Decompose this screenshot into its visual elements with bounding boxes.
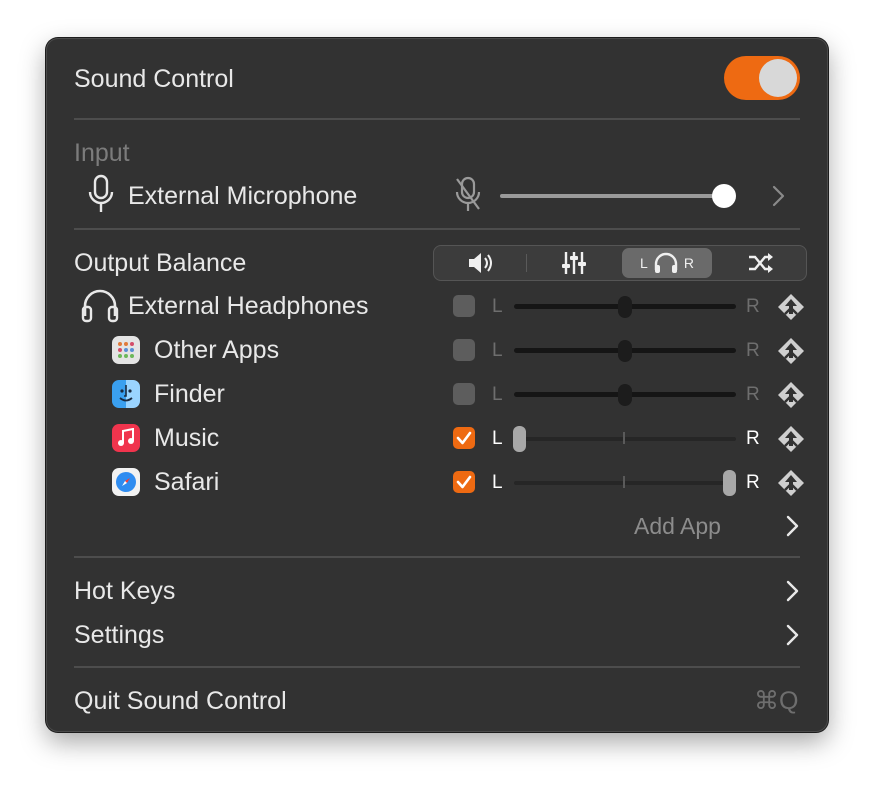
input-volume-track[interactable] [500, 194, 724, 198]
divider [74, 666, 800, 668]
app-left-label: L [492, 384, 503, 405]
divider [74, 118, 800, 120]
input-device-name[interactable]: External Microphone [128, 181, 357, 211]
headphone-balance-icon [654, 252, 678, 273]
shuffle-mode-tab[interactable] [714, 246, 807, 280]
safari-icon [112, 468, 140, 496]
music-icon [112, 424, 140, 452]
sound-control-toggle[interactable] [724, 56, 800, 100]
headphone-balance-mode-tab[interactable]: L R [622, 248, 712, 278]
center-tick [623, 476, 625, 488]
divider [74, 556, 800, 558]
app-name: Music [154, 424, 220, 452]
input-chevron-right-icon[interactable] [768, 184, 788, 208]
app-left-label: L [492, 472, 503, 493]
shuffle-icon [748, 253, 773, 273]
app-balance-track[interactable] [514, 481, 736, 485]
app-right-label: R [746, 428, 760, 449]
hot-keys-menu-item[interactable]: Hot Keys [74, 576, 175, 606]
output-device-name[interactable]: External Headphones [128, 291, 368, 321]
equalizer-mode-tab[interactable] [527, 246, 620, 280]
hot-keys-chevron-right-icon[interactable] [782, 579, 802, 603]
safari-checkbox[interactable] [453, 471, 475, 493]
panel-title: Sound Control [74, 65, 234, 93]
quit-shortcut: ⌘Q [754, 687, 799, 715]
safari-balance-slider[interactable] [723, 470, 736, 496]
checkmark-icon [456, 475, 472, 489]
device-balance-slider[interactable] [618, 296, 632, 318]
center-balance-icon[interactable] [776, 424, 806, 454]
finder-checkbox[interactable] [453, 383, 475, 405]
output-section-label: Output Balance [74, 249, 247, 277]
divider [74, 228, 800, 230]
app-left-label: L [492, 340, 503, 361]
app-left-label: L [492, 428, 503, 449]
equalizer-icon [561, 252, 586, 274]
app-name: Finder [154, 380, 225, 408]
toggle-knob [759, 59, 797, 97]
sound-control-panel: Sound Control Input External Microphone … [46, 38, 828, 732]
checkmark-icon [456, 431, 472, 445]
input-volume-slider[interactable] [712, 184, 736, 208]
center-balance-icon[interactable] [776, 468, 806, 498]
app-name: Other Apps [154, 336, 280, 364]
settings-menu-item[interactable]: Settings [74, 620, 164, 650]
other-apps-icon [112, 336, 140, 364]
quit-menu-item[interactable]: Quit Sound Control [74, 686, 287, 716]
mode-right-label: R [683, 255, 694, 271]
center-tick [623, 432, 625, 444]
input-section-label: Input [74, 139, 130, 167]
app-right-label: R [746, 340, 760, 361]
device-checkbox[interactable] [453, 295, 475, 317]
headphones-icon [81, 289, 119, 323]
add-app-chevron-right-icon[interactable] [782, 514, 802, 538]
app-name: Safari [154, 468, 220, 496]
volume-mode-tab[interactable] [434, 246, 527, 280]
finder-balance-slider[interactable] [618, 384, 632, 406]
other-apps-checkbox[interactable] [453, 339, 475, 361]
mode-left-label: L [640, 255, 648, 271]
center-balance-icon[interactable] [776, 336, 806, 366]
add-app-button[interactable]: Add App [634, 511, 721, 541]
finder-icon [112, 380, 140, 408]
settings-chevron-right-icon[interactable] [782, 623, 802, 647]
app-balance-track[interactable] [514, 437, 736, 441]
app-right-label: R [746, 384, 760, 405]
other-apps-balance-slider[interactable] [618, 340, 632, 362]
volume-icon [468, 253, 492, 273]
device-right-label: R [746, 296, 760, 317]
center-balance-icon[interactable] [776, 380, 806, 410]
mute-microphone-icon[interactable] [452, 176, 484, 214]
app-right-label: R [746, 472, 760, 493]
output-mode-segmented-control: L R [433, 245, 807, 281]
device-center-balance-icon[interactable] [776, 292, 806, 322]
microphone-icon [88, 174, 114, 212]
device-left-label: L [492, 296, 503, 317]
music-balance-slider[interactable] [513, 426, 526, 452]
music-checkbox[interactable] [453, 427, 475, 449]
